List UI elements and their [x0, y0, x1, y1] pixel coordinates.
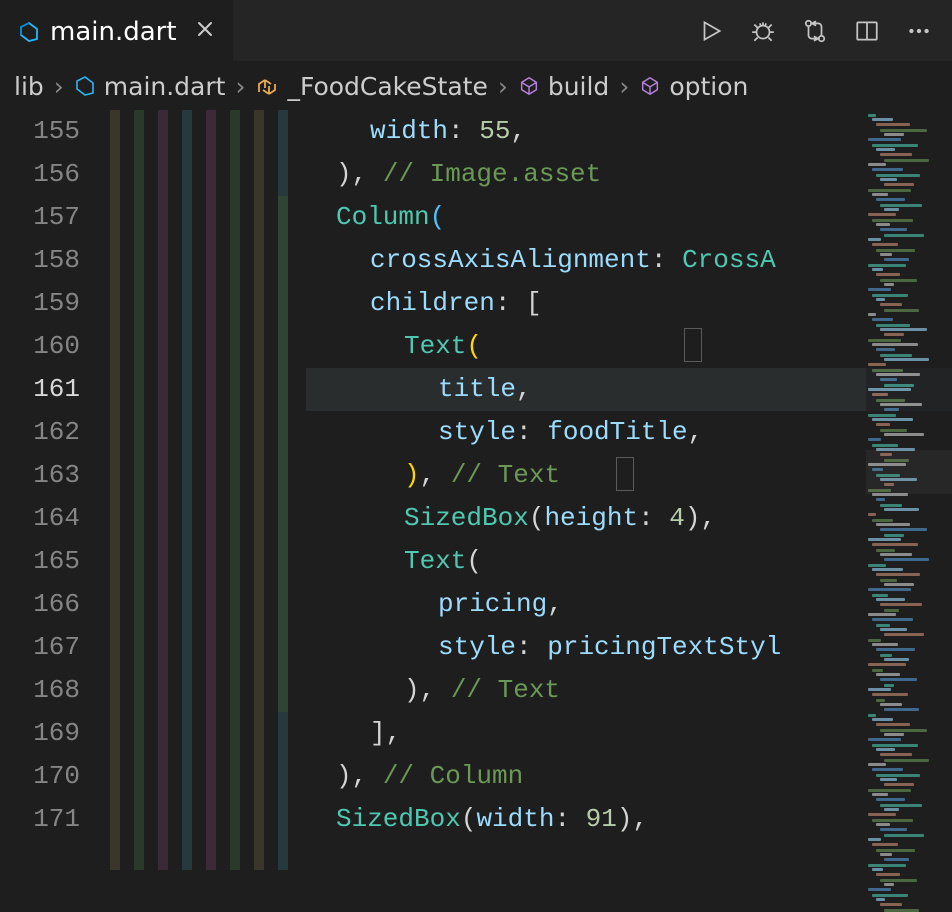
code-line[interactable]: ), // Text	[306, 669, 952, 712]
chevron-right-icon: ›	[498, 72, 508, 101]
code-line[interactable]: ), // Column	[306, 755, 952, 798]
chevron-right-icon: ›	[235, 72, 245, 101]
more-icon[interactable]	[906, 18, 932, 44]
breadcrumb[interactable]: lib › main.dart › _FoodCakeState › build…	[0, 62, 952, 110]
tab-bar: main.dart	[0, 0, 952, 62]
line-number-gutter: 1551561571581591601611621631641651661671…	[0, 110, 98, 870]
class-icon	[255, 74, 279, 98]
dart-file-icon	[74, 75, 96, 97]
code-line[interactable]: pricing,	[306, 583, 952, 626]
bug-icon[interactable]	[750, 18, 776, 44]
code-line[interactable]: crossAxisAlignment: CrossA	[306, 239, 952, 282]
code-line[interactable]: SizedBox(width: 91),	[306, 798, 952, 841]
crumb-option[interactable]: option	[639, 72, 748, 101]
git-compare-icon[interactable]	[802, 18, 828, 44]
code-line[interactable]: ), // Image.asset	[306, 153, 952, 196]
crumb-lib[interactable]: lib	[14, 72, 44, 101]
crumb-foodcakestate[interactable]: _FoodCakeState	[255, 72, 487, 101]
chevron-right-icon: ›	[619, 72, 629, 101]
editor-toolbar	[698, 0, 932, 62]
run-icon[interactable]	[698, 18, 724, 44]
code-line[interactable]: SizedBox(height: 4),	[306, 497, 952, 540]
crumb-label: build	[548, 72, 609, 101]
code-line[interactable]: Text(	[306, 325, 952, 368]
tab-label: main.dart	[50, 17, 177, 47]
crumb-label: lib	[14, 72, 44, 101]
code-line[interactable]: width: 55,	[306, 110, 952, 153]
crumb-label: main.dart	[104, 72, 226, 101]
code-line[interactable]: style: foodTitle,	[306, 411, 952, 454]
crumb-label: option	[669, 72, 748, 101]
code-line[interactable]: Column(	[306, 196, 952, 239]
crumb-build[interactable]: build	[518, 72, 609, 101]
editor-area[interactable]: 1551561571581591601611621631641651661671…	[0, 110, 952, 870]
close-icon[interactable]	[195, 19, 215, 45]
chevron-right-icon: ›	[54, 72, 64, 101]
code-line[interactable]: style: pricingTextStyl	[306, 626, 952, 669]
indent-guide-region	[98, 110, 306, 870]
crumb-label: _FoodCakeState	[287, 72, 487, 101]
cube-icon	[639, 75, 661, 97]
code-line[interactable]: title,	[306, 368, 952, 411]
editor-tab-main-dart[interactable]: main.dart	[0, 0, 233, 61]
code-line[interactable]: Text(	[306, 540, 952, 583]
code-line[interactable]: ), // Text	[306, 454, 952, 497]
code-content[interactable]: width: 55,), // Image.assetColumn(crossA…	[306, 110, 952, 870]
code-line[interactable]: children: [	[306, 282, 952, 325]
code-line[interactable]: ],	[306, 712, 952, 755]
cube-icon	[518, 75, 540, 97]
minimap[interactable]	[866, 110, 952, 870]
crumb-main-dart[interactable]: main.dart	[74, 72, 226, 101]
split-editor-icon[interactable]	[854, 18, 880, 44]
dart-file-icon	[18, 21, 40, 43]
